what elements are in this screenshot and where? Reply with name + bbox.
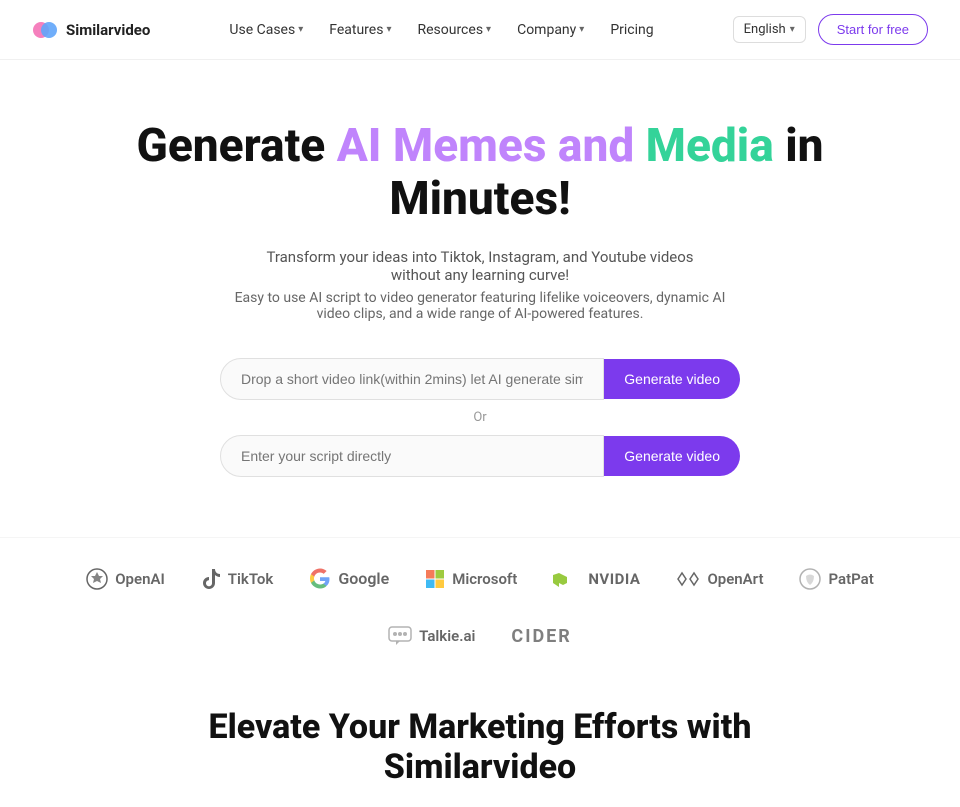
logo-patpat: PatPat xyxy=(799,568,873,590)
brand-logo[interactable]: Similarvideo xyxy=(32,17,150,43)
openart-icon xyxy=(676,571,700,587)
language-selector[interactable]: English ▾ xyxy=(733,16,806,43)
generate-video-button-1[interactable]: Generate video xyxy=(604,359,740,399)
hero-subtitle: Transform your ideas into Tiktok, Instag… xyxy=(240,248,720,284)
chevron-down-icon: ▾ xyxy=(298,24,303,35)
logo-cider: CIDER xyxy=(511,626,571,647)
openai-icon xyxy=(86,568,108,590)
nav-pricing[interactable]: Pricing xyxy=(600,17,663,43)
input-area: Generate video Or Generate video xyxy=(80,358,880,477)
brand-logo-icon xyxy=(32,17,58,43)
tiktok-icon xyxy=(201,568,221,590)
nav-use-cases[interactable]: Use Cases ▾ xyxy=(219,17,313,43)
chevron-down-icon: ▾ xyxy=(790,24,795,35)
logo-talkie: Talkie.ai xyxy=(388,626,475,646)
generate-video-button-2[interactable]: Generate video xyxy=(604,436,740,476)
input-row-1: Generate video xyxy=(220,358,740,400)
logo-openai: OpenAI xyxy=(86,568,165,590)
partner-logos: OpenAI TikTok Google Microsoft xyxy=(0,537,960,667)
hero-section: Generate AI Memes and Media in Minutes! … xyxy=(0,60,960,537)
chevron-down-icon: ▾ xyxy=(386,24,391,35)
nvidia-icon xyxy=(553,571,581,587)
hero-subtitle2: Easy to use AI script to video generator… xyxy=(220,290,740,322)
nav-resources[interactable]: Resources ▾ xyxy=(407,17,501,43)
navbar: Similarvideo Use Cases ▾ Features ▾ Reso… xyxy=(0,0,960,60)
nav-links: Use Cases ▾ Features ▾ Resources ▾ Compa… xyxy=(219,17,663,43)
microsoft-icon xyxy=(425,569,445,589)
hero-title: Generate AI Memes and Media in Minutes! xyxy=(80,120,880,226)
patpat-icon xyxy=(799,568,821,590)
or-divider: Or xyxy=(473,410,486,425)
start-for-free-button[interactable]: Start for free xyxy=(818,14,928,45)
logo-google: Google xyxy=(309,568,389,590)
nav-features[interactable]: Features ▾ xyxy=(319,17,401,43)
logo-nvidia: NVIDIA xyxy=(553,570,640,588)
google-icon xyxy=(309,568,331,590)
bottom-section: Elevate Your Marketing Efforts with Simi… xyxy=(0,667,960,807)
talkie-icon xyxy=(388,626,412,646)
input-row-2: Generate video xyxy=(220,435,740,477)
chevron-down-icon: ▾ xyxy=(486,24,491,35)
nav-right: English ▾ Start for free xyxy=(733,14,928,45)
nav-company[interactable]: Company ▾ xyxy=(507,17,594,43)
logo-openart: OpenArt xyxy=(676,570,763,588)
bottom-title: Elevate Your Marketing Efforts with Simi… xyxy=(80,707,880,787)
script-input[interactable] xyxy=(220,435,604,477)
chevron-down-icon: ▾ xyxy=(579,24,584,35)
logo-microsoft: Microsoft xyxy=(425,569,517,589)
brand-name: Similarvideo xyxy=(66,21,150,39)
video-link-input[interactable] xyxy=(220,358,604,400)
logo-tiktok: TikTok xyxy=(201,568,274,590)
